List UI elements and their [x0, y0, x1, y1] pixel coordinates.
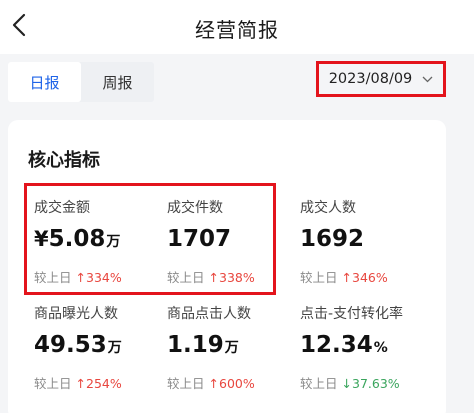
- metric-compare: 较上日 ↑346%: [300, 267, 388, 286]
- tab-weekly[interactable]: 周报: [81, 62, 154, 102]
- tab-daily[interactable]: 日报: [8, 62, 81, 102]
- arrow-up-icon: ↑: [75, 270, 86, 285]
- metric-unit: 万: [107, 340, 122, 356]
- change-value: 338%: [219, 270, 255, 285]
- metric-exposure[interactable]: 商品曝光人数 49.53万 较上日 ↑254%: [34, 303, 164, 403]
- change-value: 334%: [86, 270, 122, 285]
- page-title: 经营简报: [195, 18, 279, 42]
- change-value: 254%: [86, 376, 122, 391]
- metric-compare: 较上日 ↑338%: [167, 267, 255, 286]
- metric-value: 1692: [300, 226, 364, 252]
- metric-number: 12.34: [300, 332, 373, 358]
- period-tabs: 日报 周报: [8, 62, 154, 102]
- compare-label: 较上日: [167, 376, 205, 391]
- compare-label: 较上日: [167, 270, 205, 285]
- core-metrics-card: 核心指标 成交金额 ¥5.08万 较上日 ↑334% 成交件数 1707 较上日 ↑…: [8, 120, 446, 413]
- metric-gmv[interactable]: 成交金额 ¥5.08万 较上日 ↑334%: [34, 197, 164, 297]
- metric-unit: 万: [224, 340, 239, 356]
- chevron-down-icon: [422, 76, 433, 82]
- metric-number: 1707: [167, 226, 232, 252]
- arrow-up-icon: ↑: [208, 270, 219, 285]
- metric-label: 成交金额: [34, 200, 90, 216]
- metric-value: 1.19万: [167, 332, 239, 358]
- change-value: 346%: [352, 270, 388, 285]
- metric-value: 1707: [167, 226, 231, 252]
- metric-unit: %: [373, 340, 388, 356]
- card-title: 核心指标: [28, 150, 100, 171]
- compare-label: 较上日: [300, 270, 338, 285]
- compare-label: 较上日: [34, 270, 72, 285]
- metric-number: 5.08: [48, 226, 106, 252]
- top-bar: 经营简报: [0, 0, 474, 54]
- compare-label: 较上日: [300, 376, 338, 391]
- metric-label: 商品点击人数: [167, 306, 251, 322]
- metric-orders[interactable]: 成交件数 1707 较上日 ↑338%: [167, 197, 297, 297]
- metric-compare: 较上日 ↑334%: [34, 267, 122, 286]
- metric-label: 成交人数: [300, 200, 356, 216]
- metric-label: 商品曝光人数: [34, 306, 118, 322]
- metric-compare: 较上日 ↑254%: [34, 373, 122, 392]
- compare-label: 较上日: [34, 376, 72, 391]
- metric-value: 49.53万: [34, 332, 122, 358]
- metric-number: 1.19: [167, 332, 224, 358]
- metric-conversion[interactable]: 点击-支付转化率 12.34% 较上日 ↓37.63%: [300, 303, 430, 403]
- metric-number: 49.53: [34, 332, 107, 358]
- arrow-up-icon: ↑: [208, 376, 219, 391]
- metric-value: 12.34%: [300, 332, 388, 358]
- arrow-down-icon: ↓: [341, 376, 352, 391]
- arrow-up-icon: ↑: [341, 270, 352, 285]
- metric-compare: 较上日 ↑600%: [167, 373, 255, 392]
- change-value: 37.63%: [352, 376, 400, 391]
- toolbar: 日报 周报 2023/08/09: [0, 54, 474, 110]
- metric-label: 点击-支付转化率: [300, 306, 404, 322]
- metric-clicks[interactable]: 商品点击人数 1.19万 较上日 ↑600%: [167, 303, 297, 403]
- metric-number: 1692: [300, 226, 365, 252]
- currency-symbol: ¥: [34, 227, 49, 251]
- date-picker[interactable]: 2023/08/09: [316, 61, 446, 97]
- metric-compare: 较上日 ↓37.63%: [300, 373, 400, 392]
- metric-unit: 万: [106, 234, 121, 250]
- metric-buyers[interactable]: 成交人数 1692 较上日 ↑346%: [300, 197, 430, 297]
- arrow-up-icon: ↑: [75, 376, 86, 391]
- change-value: 600%: [219, 376, 255, 391]
- metric-value: ¥5.08万: [34, 226, 120, 252]
- date-value: 2023/08/09: [328, 71, 413, 87]
- metric-label: 成交件数: [167, 200, 223, 216]
